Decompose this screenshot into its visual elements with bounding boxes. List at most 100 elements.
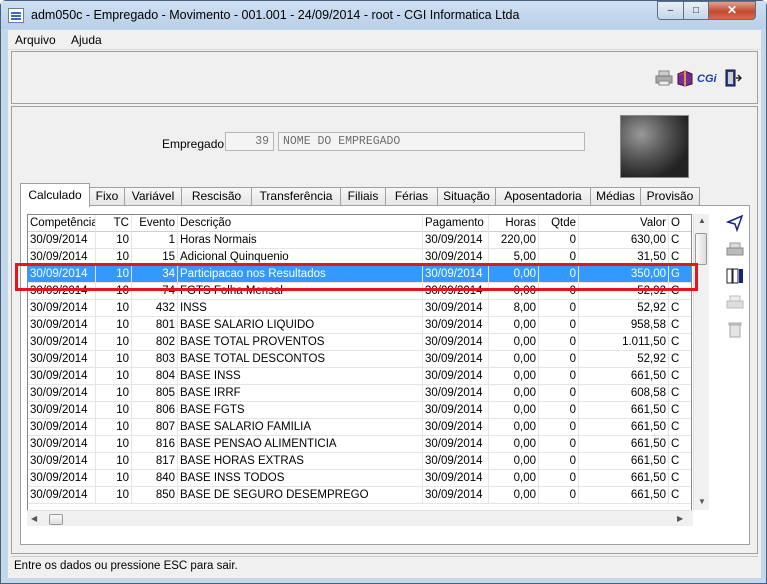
cell-valor: 661,50	[579, 368, 669, 385]
cell-valor: 608,58	[579, 385, 669, 402]
tab-transferencia[interactable]: Transferência	[251, 187, 341, 206]
cell-pagamento: 30/09/2014	[423, 487, 489, 504]
column-header-pagamento[interactable]: Pagamento	[423, 215, 489, 232]
horizontal-scrollbar[interactable]: ◀ ▶	[27, 510, 693, 526]
scroll-down-icon[interactable]: ▼	[698, 497, 706, 506]
column-header-tc[interactable]: TC	[96, 215, 132, 232]
cgi-logo-icon[interactable]: CGi	[696, 69, 718, 87]
scroll-up-icon[interactable]: ▲	[698, 216, 706, 225]
cell-horas: 0,00	[489, 385, 539, 402]
close-button[interactable]: ✕	[708, 1, 756, 20]
tab-medias[interactable]: Médias	[590, 187, 641, 206]
table-row[interactable]: 30/09/2014 10 807 BASE SALARIO FAMILIA 30/09…	[28, 419, 691, 436]
column-header-valor[interactable]: Valor	[579, 215, 669, 232]
tab-situacao[interactable]: Situação	[437, 187, 496, 206]
cell-descricao: BASE TOTAL DESCONTOS	[178, 351, 423, 368]
filter-arrow-icon[interactable]	[726, 214, 744, 232]
tab-rescisao[interactable]: Rescisão	[181, 187, 252, 206]
exit-door-icon[interactable]	[724, 69, 742, 87]
menu-ajuda[interactable]: Ajuda	[71, 33, 102, 47]
cell-pagamento: 30/09/2014	[423, 232, 489, 249]
cell-horas: 0,00	[489, 317, 539, 334]
tab-variavel[interactable]: Variável	[124, 187, 182, 206]
selected-row-highlight	[15, 263, 698, 291]
cell-competencia: 30/09/2014	[28, 232, 96, 249]
employee-name-field[interactable]: NOME DO EMPREGADO	[278, 132, 585, 151]
column-header-descricao[interactable]: Descrição	[178, 215, 423, 232]
client-area: Arquivo Ajuda CGi Empregado: 39 NOME DO …	[8, 30, 761, 578]
table-row[interactable]: 30/09/2014 10 1 Horas Normais 30/09/2014 220,…	[28, 232, 691, 249]
print-disabled-icon[interactable]	[726, 294, 744, 312]
vertical-scroll-thumb[interactable]	[695, 233, 707, 265]
printer-grey-icon[interactable]	[726, 241, 744, 259]
table-row[interactable]: 30/09/2014 10 817 BASE HORAS EXTRAS 30/09/20…	[28, 453, 691, 470]
cell-valor: 630,00	[579, 232, 669, 249]
tab-filiais[interactable]: Filiais	[340, 187, 386, 206]
table-row[interactable]: 30/09/2014 10 850 BASE DE SEGURO DESEMPREGO…	[28, 487, 691, 504]
trash-icon[interactable]	[726, 321, 744, 339]
cell-valor: 661,50	[579, 487, 669, 504]
menu-arquivo[interactable]: Arquivo	[15, 33, 56, 47]
cell-valor: 52,92	[579, 351, 669, 368]
tab-provisao[interactable]: Provisão	[640, 187, 700, 206]
table-row[interactable]: 30/09/2014 10 432 INSS 30/09/2014 8,00 0 52,92 C	[28, 300, 691, 317]
cell-pagamento: 30/09/2014	[423, 317, 489, 334]
cell-pagamento: 30/09/2014	[423, 419, 489, 436]
cell-qtde: 0	[539, 453, 579, 470]
column-header-evento[interactable]: Evento	[132, 215, 178, 232]
cell-horas: 0,00	[489, 419, 539, 436]
cell-horas: 0,00	[489, 368, 539, 385]
scroll-left-icon[interactable]: ◀	[31, 514, 37, 523]
title-bar[interactable]: adm050c - Empregado - Movimento - 001.00…	[1, 1, 766, 29]
tab-calculado[interactable]: Calculado	[20, 183, 90, 207]
column-header-horas[interactable]: Horas	[489, 215, 539, 232]
column-header-competencia[interactable]: Competência	[28, 215, 96, 232]
book-icon[interactable]	[676, 69, 694, 87]
cell-evento: 817	[132, 453, 178, 470]
table-row[interactable]: 30/09/2014 10 816 BASE PENSAO ALIMENTICIA 30…	[28, 436, 691, 453]
tab-fixo[interactable]: Fixo	[89, 187, 125, 206]
table-row[interactable]: 30/09/2014 10 803 BASE TOTAL DESCONTOS 30/09…	[28, 351, 691, 368]
table-row[interactable]: 30/09/2014 10 840 BASE INSS TODOS 30/09/2014…	[28, 470, 691, 487]
tab-aposentadoria[interactable]: Aposentadoria	[495, 187, 591, 206]
horizontal-scroll-thumb[interactable]	[49, 514, 63, 525]
main-panel: Empregado: 39 NOME DO EMPREGADO Calculad…	[11, 106, 758, 554]
cell-o: C	[669, 419, 691, 436]
table-row[interactable]: 30/09/2014 10 801 BASE SALARIO LIQUIDO 30/09…	[28, 317, 691, 334]
cell-pagamento: 30/09/2014	[423, 300, 489, 317]
column-header-o[interactable]: O	[669, 215, 691, 232]
printer-icon[interactable]	[655, 69, 673, 87]
grid-header-row[interactable]: Competência TC Evento Descrição Pagamento Hor…	[28, 215, 691, 232]
column-header-qtde[interactable]: Qtde	[539, 215, 579, 232]
cell-evento: 807	[132, 419, 178, 436]
cell-o: C	[669, 436, 691, 453]
side-icon-bar	[721, 214, 749, 354]
cell-qtde: 0	[539, 300, 579, 317]
table-row[interactable]: 30/09/2014 10 805 BASE IRRF 30/09/2014 0,00 0 6…	[28, 385, 691, 402]
employee-photo	[620, 115, 689, 178]
maximize-button[interactable]: □	[683, 1, 709, 20]
cell-evento: 805	[132, 385, 178, 402]
events-grid[interactable]: Competência TC Evento Descrição Pagamento Hor…	[27, 214, 692, 526]
cell-competencia: 30/09/2014	[28, 402, 96, 419]
cell-o: C	[669, 351, 691, 368]
table-row[interactable]: 30/09/2014 10 802 BASE TOTAL PROVENTOS 30/09…	[28, 334, 691, 351]
cell-valor: 52,92	[579, 300, 669, 317]
cell-o: C	[669, 453, 691, 470]
columns-settings-icon[interactable]	[726, 267, 744, 285]
employee-id-field[interactable]: 39	[225, 132, 274, 151]
cell-competencia: 30/09/2014	[28, 368, 96, 385]
cell-horas: 0,00	[489, 453, 539, 470]
cell-qtde: 0	[539, 487, 579, 504]
cell-evento: 806	[132, 402, 178, 419]
tab-ferias[interactable]: Férias	[385, 187, 438, 206]
cell-descricao: BASE FGTS	[178, 402, 423, 419]
table-row[interactable]: 30/09/2014 10 804 BASE INSS 30/09/2014 0,00 0 6…	[28, 368, 691, 385]
scroll-right-icon[interactable]: ▶	[677, 514, 683, 523]
cell-horas: 0,00	[489, 351, 539, 368]
cell-competencia: 30/09/2014	[28, 453, 96, 470]
cell-descricao: BASE INSS TODOS	[178, 470, 423, 487]
minimize-button[interactable]: –	[657, 1, 684, 20]
table-row[interactable]: 30/09/2014 10 806 BASE FGTS 30/09/2014 0,00 0 6…	[28, 402, 691, 419]
cell-competencia: 30/09/2014	[28, 419, 96, 436]
